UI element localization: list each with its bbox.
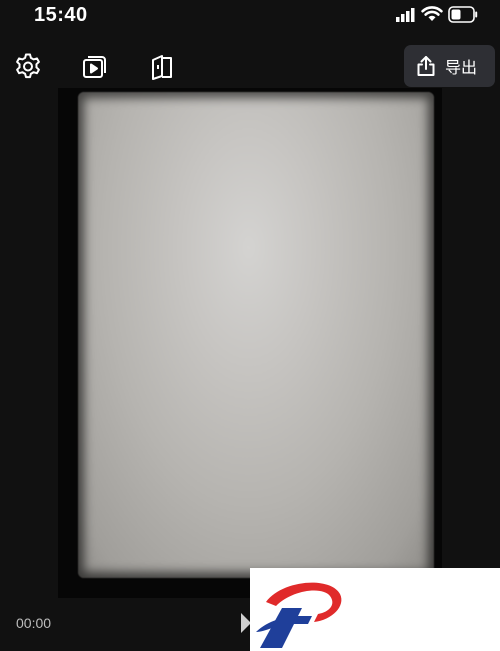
battery-icon: [448, 6, 478, 23]
gear-icon[interactable]: [13, 52, 43, 82]
preview-play-icon[interactable]: [80, 52, 110, 82]
export-button[interactable]: 导出: [404, 45, 495, 87]
export-label: 导出: [445, 58, 478, 77]
playback-time: 00:00: [16, 615, 52, 631]
logo-icon: [256, 582, 342, 648]
status-time: 15:40: [34, 4, 88, 26]
logo-watermark: [250, 568, 500, 651]
book-icon[interactable]: [147, 52, 177, 82]
canvas-frame: [58, 88, 442, 598]
document-preview[interactable]: [78, 92, 434, 578]
status-bar: 15:40: [0, 0, 500, 34]
wifi-icon: [421, 6, 443, 21]
cellular-signal-icon: [396, 8, 415, 22]
share-upload-icon: [415, 55, 437, 77]
